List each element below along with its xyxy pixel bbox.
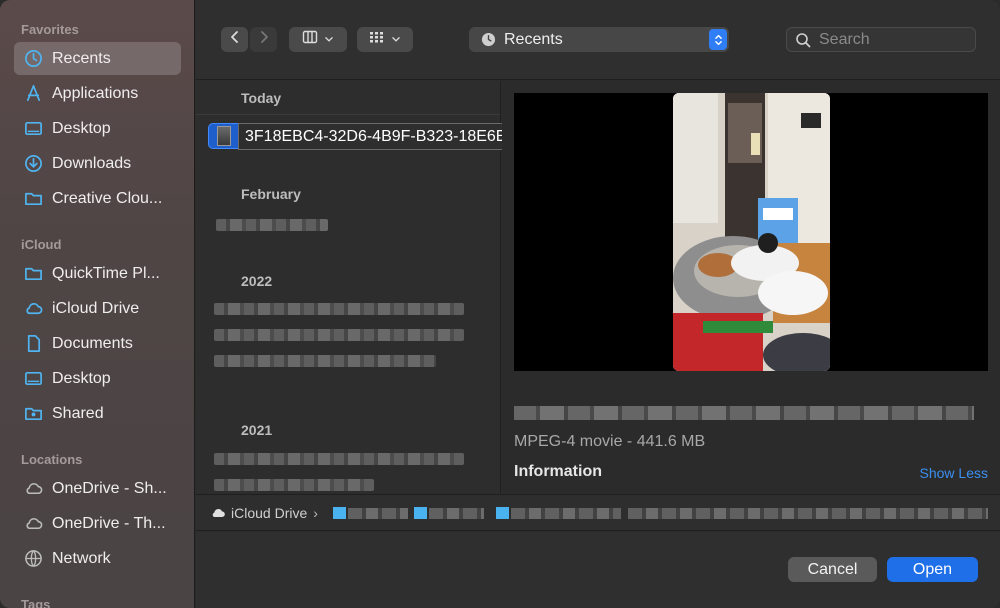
redacted-file-row[interactable] — [214, 355, 436, 367]
sidebar-item-creative-cloud[interactable]: Creative Clou... — [14, 182, 181, 215]
redacted-path-segment[interactable] — [628, 508, 988, 519]
group-by-button[interactable] — [357, 27, 413, 52]
sidebar-item-label: Desktop — [52, 369, 111, 387]
sidebar-item-documents[interactable]: Documents — [14, 327, 181, 360]
redacted-file-row[interactable] — [214, 453, 464, 465]
group-header-2021: 2021 — [241, 422, 273, 438]
toolbar: Recents Search — [196, 0, 1000, 80]
open-button[interactable]: Open — [887, 557, 978, 582]
globe-icon — [23, 549, 43, 569]
sidebar-item-label: Downloads — [52, 154, 132, 172]
redacted-path-segment[interactable] — [429, 508, 484, 519]
folder-icon — [496, 507, 509, 519]
path-bar: iCloud Drive › — [196, 494, 1000, 531]
redacted-path-segment[interactable] — [348, 508, 408, 519]
back-button[interactable] — [221, 27, 248, 52]
search-field[interactable]: Search — [786, 27, 976, 52]
redacted-file-row[interactable] — [214, 303, 464, 315]
redacted-path-segment[interactable] — [511, 508, 621, 519]
sidebar-item-label: Desktop — [52, 119, 111, 137]
view-columns-button[interactable] — [289, 27, 347, 52]
applications-icon — [23, 84, 43, 104]
folder-icon — [23, 189, 43, 209]
dog-on-bed-image — [673, 93, 830, 371]
divider — [196, 114, 500, 115]
show-less-link[interactable]: Show Less — [920, 465, 988, 481]
grid-icon — [369, 29, 385, 50]
sidebar-item-label: Applications — [52, 84, 139, 102]
forward-button[interactable] — [250, 27, 277, 52]
search-icon — [795, 32, 811, 48]
clock-icon — [23, 49, 43, 69]
sidebar-item-label: OneDrive - Th... — [52, 514, 166, 532]
sidebar-item-recents[interactable]: Recents — [14, 42, 181, 75]
redacted-file-row[interactable] — [214, 329, 464, 341]
location-label: Recents — [504, 30, 563, 48]
sidebar-item-onedrive-th[interactable]: OneDrive - Th... — [14, 507, 181, 540]
chevron-down-icon — [324, 31, 334, 49]
sidebar-item-onedrive-sh[interactable]: OneDrive - Sh... — [14, 472, 181, 505]
sidebar-item-desktop[interactable]: Desktop — [14, 112, 181, 145]
redacted-file-row[interactable] — [216, 219, 328, 231]
chevron-right-icon: › — [313, 504, 318, 521]
video-thumbnail — [673, 93, 830, 371]
sidebar-item-label: Creative Clou... — [52, 189, 163, 207]
sidebar-item-quicktime[interactable]: QuickTime Pl... — [14, 257, 181, 290]
cancel-button[interactable]: Cancel — [788, 557, 877, 582]
downloads-icon — [23, 154, 43, 174]
dialog-footer: Cancel Open — [196, 532, 1000, 608]
sidebar-section-favorites: Favorites — [21, 22, 79, 37]
sidebar-item-label: iCloud Drive — [52, 299, 140, 317]
cloud-icon — [23, 514, 43, 534]
sidebar-item-network[interactable]: Network — [14, 542, 181, 575]
sidebar-item-label: Recents — [52, 49, 111, 67]
folder-icon — [23, 264, 43, 284]
sidebar-item-applications[interactable]: Applications — [14, 77, 181, 110]
file-kind-size: MPEG-4 movie - 441.6 MB — [514, 433, 706, 450]
sidebar-item-shared[interactable]: Shared — [14, 397, 181, 430]
sidebar-section-tags: Tags — [21, 597, 51, 608]
path-root[interactable]: iCloud Drive — [231, 505, 307, 521]
search-placeholder: Search — [819, 30, 870, 48]
clock-icon — [481, 32, 496, 47]
redacted-file-title — [514, 406, 974, 420]
sidebar-section-locations: Locations — [21, 452, 83, 467]
folder-icon — [333, 507, 346, 519]
group-header-february: February — [241, 186, 301, 202]
sidebar-item-label: OneDrive - Sh... — [52, 479, 167, 497]
cloud-icon — [23, 479, 43, 499]
video-file-icon — [217, 126, 231, 146]
cloud-icon — [210, 505, 226, 521]
group-header-today: Today — [241, 90, 282, 106]
chevron-down-icon — [391, 31, 401, 49]
sidebar-item-label: Documents — [52, 334, 133, 352]
sidebar: Favorites Recents Applications Desktop D… — [0, 0, 195, 608]
desktop-icon — [23, 369, 43, 389]
document-icon — [23, 334, 43, 354]
chevron-right-icon — [256, 29, 272, 50]
sidebar-item-label: Shared — [52, 404, 104, 422]
chevron-left-icon — [227, 29, 243, 50]
video-preview[interactable] — [514, 93, 988, 371]
cloud-icon — [23, 299, 43, 319]
shared-folder-icon — [23, 404, 43, 424]
sidebar-item-icloud-desktop[interactable]: Desktop — [14, 362, 181, 395]
desktop-icon — [23, 119, 43, 139]
updown-arrows-icon — [709, 29, 727, 50]
sidebar-item-downloads[interactable]: Downloads — [14, 147, 181, 180]
sidebar-item-label: Network — [52, 549, 111, 567]
sidebar-item-icloud-drive[interactable]: iCloud Drive — [14, 292, 181, 325]
open-file-dialog: Favorites Recents Applications Desktop D… — [0, 0, 1000, 608]
information-heading: Information — [514, 463, 602, 480]
folder-icon — [414, 507, 427, 519]
sidebar-section-icloud: iCloud — [21, 237, 62, 252]
preview-pane: MPEG-4 movie - 441.6 MB Information Show… — [502, 81, 1000, 493]
columns-view-icon — [302, 29, 318, 50]
location-popup[interactable]: Recents — [469, 27, 729, 52]
group-header-2022: 2022 — [241, 273, 273, 289]
sidebar-item-label: QuickTime Pl... — [52, 264, 160, 282]
redacted-file-row[interactable] — [214, 479, 374, 491]
